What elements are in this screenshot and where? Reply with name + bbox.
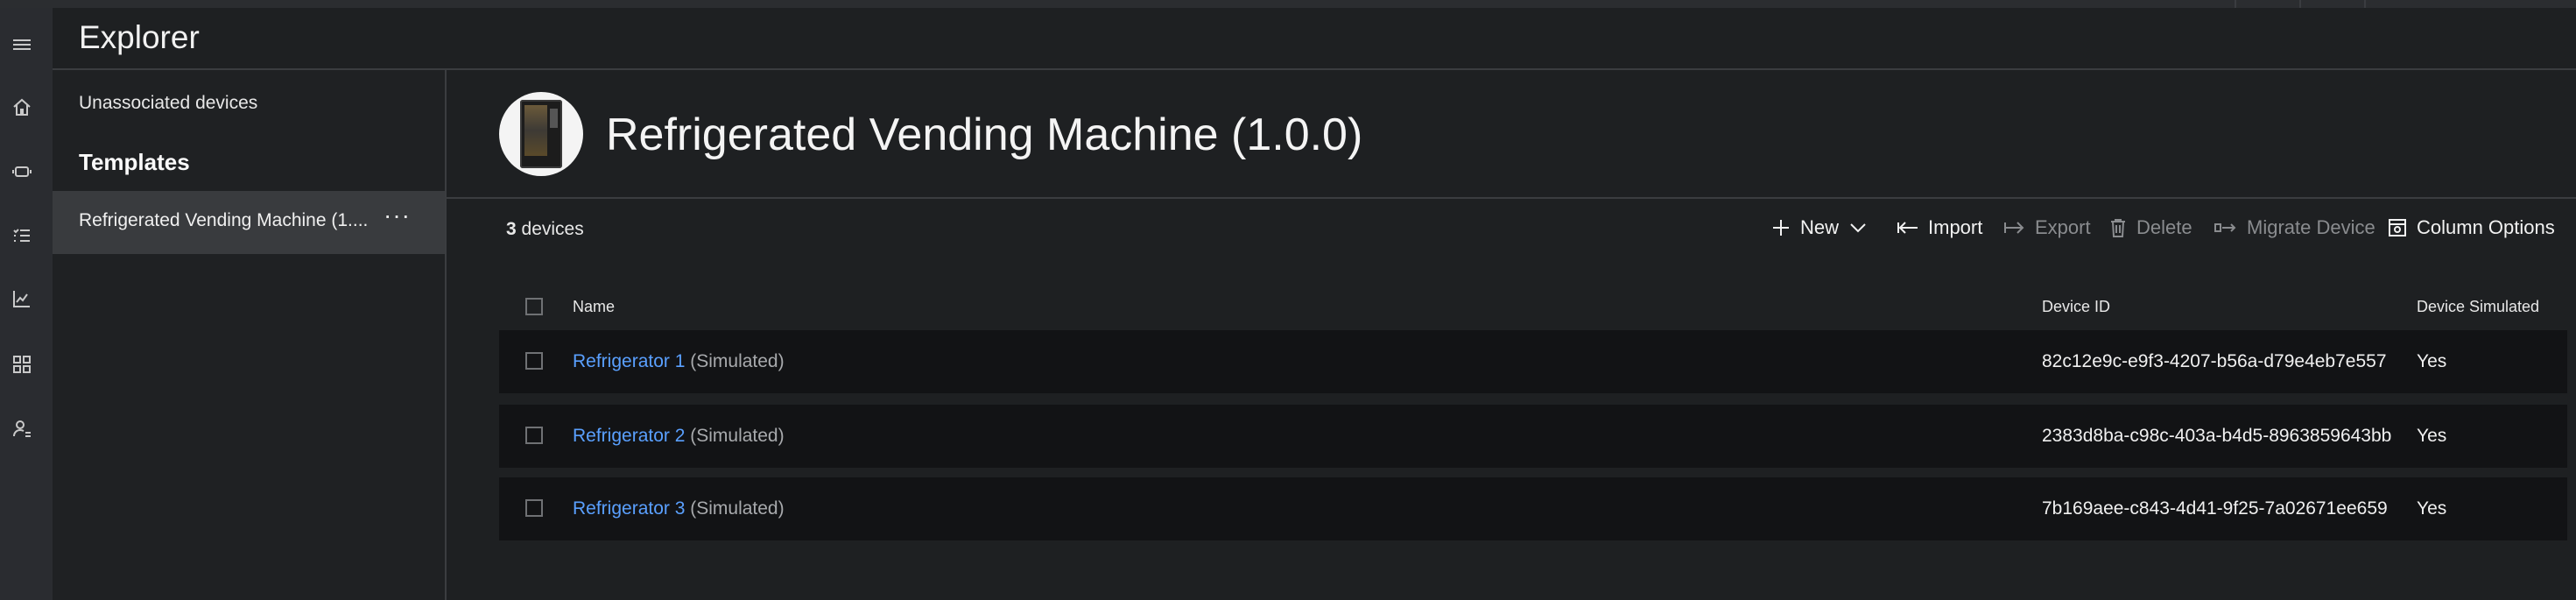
users-icon[interactable]	[9, 415, 35, 441]
column-options-icon	[2389, 219, 2406, 236]
migrate-label: Migrate Device	[2247, 216, 2375, 238]
analytics-icon[interactable]	[9, 286, 35, 312]
column-options-button[interactable]: Column Options	[2387, 210, 2555, 245]
simulated-tag: (Simulated)	[690, 426, 785, 446]
table-row[interactable]: Refrigerator 2 (Simulated) 2383d8ba-c98c…	[499, 405, 2567, 468]
devices-icon[interactable]	[9, 159, 35, 185]
toolbar: New Import Export Delete Migrate Device …	[447, 210, 2576, 245]
top-bar-divider	[2299, 0, 2301, 8]
import-icon	[1897, 222, 1918, 234]
main-content: Refrigerated Vending Machine (1.0.0) 3 d…	[447, 70, 2576, 600]
device-id-cell: 2383d8ba-c98c-403a-b4d5-8963859643bb	[2042, 426, 2392, 446]
column-header-device-simulated[interactable]: Device Simulated	[2417, 298, 2539, 316]
row-checkbox[interactable]	[525, 499, 543, 517]
delete-button[interactable]: Delete	[2108, 210, 2192, 245]
nav-template-label: Refrigerated Vending Machine (1....	[79, 210, 369, 230]
column-header-name[interactable]: Name	[573, 298, 615, 316]
device-name-cell: Refrigerator 2 (Simulated)	[573, 426, 785, 447]
select-all-checkbox[interactable]	[525, 298, 543, 315]
import-label: Import	[1928, 216, 1983, 238]
top-bar	[0, 0, 2576, 8]
menu-icon[interactable]	[9, 32, 35, 58]
device-name-link[interactable]: Refrigerator 3	[573, 498, 685, 519]
template-title: Refrigerated Vending Machine (1.0.0)	[606, 109, 1363, 160]
template-nav-panel: Unassociated devices Templates Refrigera…	[53, 70, 447, 600]
table-row[interactable]: Refrigerator 3 (Simulated) 7b169aee-c843…	[499, 477, 2567, 540]
rules-icon[interactable]	[9, 222, 35, 249]
row-checkbox[interactable]	[525, 427, 543, 444]
chevron-down-icon	[1850, 223, 1866, 233]
nav-unassociated-devices[interactable]: Unassociated devices	[79, 93, 257, 114]
vending-machine-panel	[550, 109, 558, 128]
vending-machine-image	[520, 100, 562, 168]
device-simulated-cell: Yes	[2417, 426, 2447, 446]
trash-icon	[2111, 219, 2125, 237]
device-name-link[interactable]: Refrigerator 2	[573, 426, 685, 446]
simulated-tag: (Simulated)	[690, 498, 785, 519]
import-button[interactable]: Import	[1897, 210, 1982, 245]
delete-label: Delete	[2136, 216, 2192, 238]
device-name-link[interactable]: Refrigerator 1	[573, 351, 685, 371]
export-icon	[2004, 222, 2024, 234]
column-header-device-id[interactable]: Device ID	[2042, 298, 2110, 316]
device-simulated-cell: Yes	[2417, 498, 2447, 519]
column-options-label: Column Options	[2417, 216, 2555, 238]
home-icon[interactable]	[9, 95, 35, 121]
dashboard-icon[interactable]	[9, 351, 35, 378]
device-name-cell: Refrigerator 1 (Simulated)	[573, 351, 785, 372]
new-button[interactable]: New	[1770, 210, 1869, 245]
nav-templates-heading: Templates	[79, 149, 190, 175]
row-checkbox[interactable]	[525, 352, 543, 370]
migrate-icon	[2214, 223, 2236, 232]
device-id-cell: 7b169aee-c843-4d41-9f25-7a02671ee659	[2042, 498, 2388, 519]
device-simulated-cell: Yes	[2417, 351, 2447, 371]
top-bar-divider	[2235, 0, 2236, 8]
vending-machine-glass	[524, 105, 547, 156]
device-name-cell: Refrigerator 3 (Simulated)	[573, 498, 785, 519]
simulated-tag: (Simulated)	[690, 351, 785, 371]
template-image	[499, 92, 583, 176]
table-row[interactable]: Refrigerator 1 (Simulated) 82c12e9c-e9f3…	[499, 330, 2567, 393]
title-divider	[447, 197, 2576, 199]
nav-template-item-selected[interactable]: Refrigerated Vending Machine (1.... ···	[53, 191, 445, 254]
left-rail	[0, 8, 53, 600]
export-button[interactable]: Export	[2003, 210, 2091, 245]
new-label: New	[1800, 216, 1840, 238]
more-options-icon[interactable]: ···	[384, 201, 411, 229]
export-label: Export	[2035, 216, 2091, 238]
plus-icon	[1773, 220, 1789, 236]
top-bar-divider	[2364, 0, 2366, 8]
page-title: Explorer	[79, 19, 200, 55]
migrate-device-button[interactable]: Migrate Device	[2214, 210, 2375, 245]
device-id-cell: 82c12e9c-e9f3-4207-b56a-d79e4eb7e557	[2042, 351, 2387, 371]
